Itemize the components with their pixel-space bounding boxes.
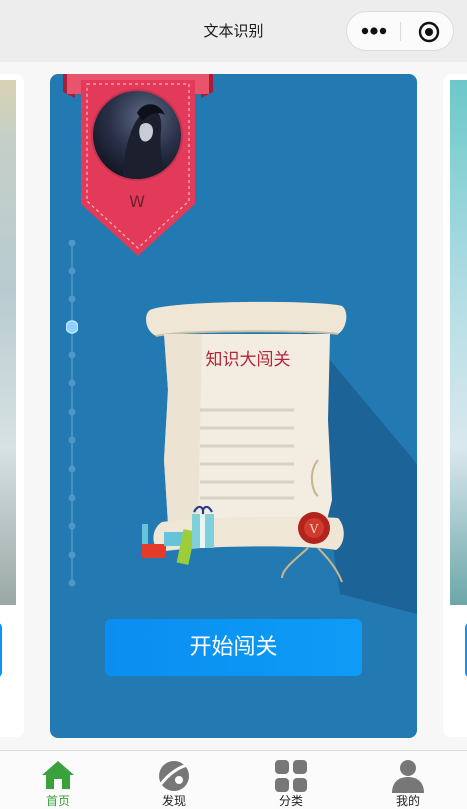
level-progress-dots	[66, 240, 78, 587]
home-icon	[42, 761, 74, 789]
mini-program-close-icon[interactable]	[418, 21, 440, 43]
quiz-challenge-card: W 知识大闯关 V 开始闯关	[50, 74, 417, 738]
svg-text:V: V	[309, 522, 319, 536]
tab-home[interactable]: 首页	[0, 751, 116, 809]
more-dots-icon[interactable]	[361, 23, 387, 39]
username: W	[129, 192, 145, 211]
tab-mine-label: 我的	[395, 794, 420, 808]
scroll-illustration: 知识大闯关 V	[142, 301, 347, 583]
capsule-divider	[400, 22, 401, 41]
text-recognition-page: 文本识别 W 知识大闯关 V 开始闯关 首页 发现 分类 我的	[0, 0, 467, 809]
navigation-bar: 文本识别	[0, 0, 467, 62]
discover-planet-icon	[159, 761, 189, 791]
previous-card-image	[0, 80, 16, 605]
category-grid-icon	[275, 760, 307, 792]
tab-discover-label: 发现	[161, 794, 186, 808]
tab-category[interactable]: 分类	[233, 751, 349, 809]
mini-program-capsule	[346, 11, 454, 51]
user-profile-icon	[392, 760, 424, 793]
bottom-tab-bar: 首页 发现 分类 我的	[0, 750, 467, 809]
tab-discover[interactable]: 发现	[116, 751, 232, 809]
tab-home-label: 首页	[45, 794, 70, 808]
carousel-card-next[interactable]	[443, 74, 467, 737]
avatar-image	[123, 104, 169, 179]
previous-card-button[interactable]	[0, 622, 2, 678]
tab-mine[interactable]: 我的	[350, 751, 466, 809]
scroll-title: 知识大闯关	[206, 350, 291, 370]
carousel-card-previous[interactable]	[0, 74, 24, 737]
start-challenge-button[interactable]: 开始闯关	[105, 619, 362, 676]
next-card-image	[450, 80, 467, 605]
avatar[interactable]	[91, 89, 183, 181]
tab-category-label: 分类	[278, 794, 303, 808]
